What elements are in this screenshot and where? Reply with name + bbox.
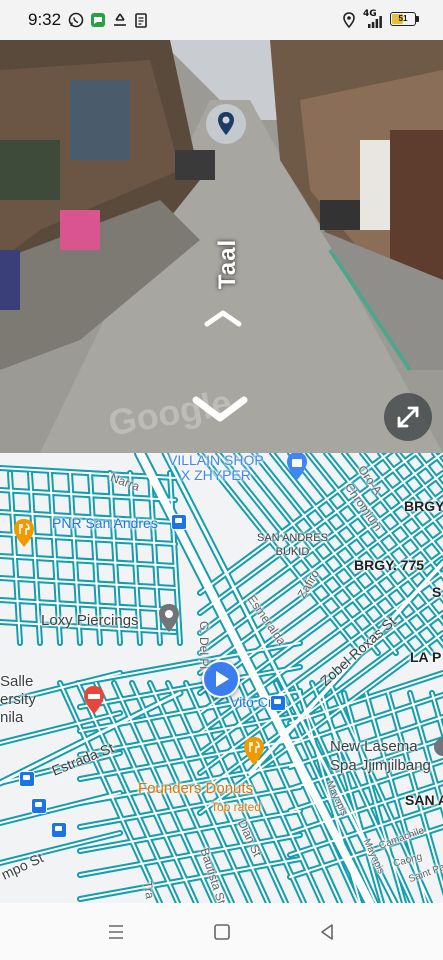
train-station-icon[interactable] (171, 514, 187, 530)
map-panel[interactable]: VILLAIN SHOP X ZHYPER PNR San Andres SAN… (0, 453, 443, 903)
road-segment-fill (0, 555, 176, 567)
street-tra: Tra (140, 880, 158, 900)
back-icon[interactable] (316, 921, 338, 943)
poi-loxy-piercings[interactable]: Loxy Piercings (41, 612, 139, 629)
battery-cap (416, 16, 419, 22)
area-san-a: SAN A (405, 792, 443, 808)
poi-founders-donuts[interactable]: Founders Donuts (138, 780, 253, 797)
area-san-andres-bukid: SAN ANDRES BUKID (257, 532, 328, 558)
area-de-la-salle: Salle ersity nila (0, 673, 36, 726)
home-icon[interactable] (211, 921, 233, 943)
place-pin-icon[interactable] (157, 603, 181, 633)
location-pin-button[interactable] (206, 104, 246, 144)
area-s-edge: S (432, 584, 442, 600)
clipboard-icon (135, 13, 147, 28)
status-time: 9:32 (28, 10, 62, 29)
street-name-label: Taal (214, 238, 241, 290)
battery-level: 51 (398, 14, 408, 23)
bus-stop-icon[interactable] (19, 771, 35, 787)
menu-icon[interactable] (105, 921, 127, 943)
poi-villain-shop[interactable]: VILLAIN SHOP X ZHYPER (168, 453, 264, 483)
donut-pin-icon[interactable] (242, 736, 266, 766)
poi-pnr-san-andres[interactable]: PNR San Andres (52, 515, 158, 531)
poi-new-lasema-spa[interactable]: New Lasema Spa Jjimjilbang (330, 737, 431, 775)
whatsapp-icon (68, 12, 84, 28)
expand-icon (397, 406, 419, 428)
bus-stop-icon[interactable] (51, 822, 67, 838)
area-la-paz: LA P (410, 649, 442, 665)
signal-icon (368, 16, 382, 28)
vito-cruz-station-icon[interactable] (270, 695, 286, 711)
location-pin-icon (218, 112, 234, 135)
hotel-pin-icon[interactable] (82, 685, 106, 715)
shopping-pin-icon[interactable] (285, 453, 309, 481)
battery-icon: 51 (390, 12, 416, 26)
chevron-up-icon[interactable] (203, 308, 243, 328)
road-segment-fill (0, 792, 121, 824)
street-view-panel[interactable]: Google Taal (0, 40, 443, 453)
chevron-down-icon[interactable] (190, 392, 250, 428)
street-g-del-pilar: G. Del Pi (197, 620, 212, 670)
recycle-icon (114, 13, 126, 26)
bus-stop-icon[interactable] (31, 798, 47, 814)
area-brgy-edge: BRGY (404, 498, 443, 514)
restaurant-pin-icon[interactable] (12, 518, 36, 548)
system-nav-bar (0, 903, 443, 960)
road-segment-fill (0, 577, 176, 589)
location-icon (343, 12, 355, 28)
expand-button[interactable] (384, 393, 432, 441)
status-bar: 9:32 4G 51 (0, 0, 443, 40)
messages-icon (91, 13, 105, 27)
poi-top-rated-badge: Top rated (211, 800, 262, 814)
area-brgy-775: BRGY. 775 (354, 557, 425, 573)
road-segment-fill (0, 599, 176, 611)
